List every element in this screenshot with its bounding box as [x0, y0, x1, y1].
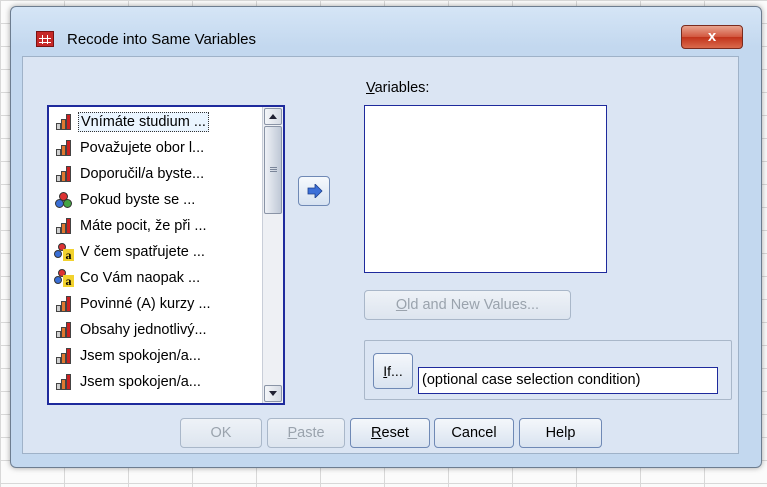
cancel-button[interactable]: Cancel: [434, 418, 514, 448]
list-item[interactable]: Vnímáte studium ...: [53, 111, 257, 133]
ordinal-bar-icon: [53, 295, 75, 313]
ordinal-bar-icon: [53, 321, 75, 339]
list-item-label: Jsem spokojen/a...: [80, 348, 201, 364]
list-item[interactable]: Obsahy jednotlivý...: [53, 319, 257, 341]
dialog-title: Recode into Same Variables: [67, 31, 256, 48]
list-item[interactable]: Doporučil/a byste...: [53, 163, 257, 185]
scroll-up-arrow-icon[interactable]: [264, 108, 282, 125]
list-item-label: Doporučil/a byste...: [80, 166, 205, 182]
paste-button[interactable]: Paste: [267, 418, 345, 448]
title-bar: Recode into Same Variables x: [11, 7, 761, 53]
target-variables-list[interactable]: [364, 105, 607, 273]
list-item-label: Považujete obor l...: [80, 140, 205, 156]
source-variable-list[interactable]: Vnímáte studium ... Považujete obor l...…: [47, 105, 285, 405]
if-condition-field: (optional case selection condition): [418, 367, 718, 394]
ordinal-bar-icon: [53, 139, 75, 157]
spss-data-grid-icon: [36, 31, 54, 47]
list-item[interactable]: Povinné (A) kurzy ...: [53, 293, 257, 315]
ordinal-bar-icon: [53, 373, 75, 391]
list-item-label: Vnímáte studium ...: [78, 112, 209, 132]
string-nominal-icon: a: [53, 243, 75, 261]
list-item[interactable]: Máte pocit, že při ...: [53, 215, 257, 237]
list-item-label: Pokud byste se ...: [80, 192, 196, 208]
list-item[interactable]: Jsem spokojen/a...: [53, 345, 257, 367]
ordinal-bar-icon: [53, 347, 75, 365]
if-button[interactable]: If...: [373, 353, 413, 389]
nominal-circles-icon: [53, 191, 75, 209]
reset-button[interactable]: Reset: [350, 418, 430, 448]
ok-button[interactable]: OK: [180, 418, 262, 448]
list-item[interactable]: Považujete obor l...: [53, 137, 257, 159]
move-to-variables-button[interactable]: [298, 176, 330, 206]
list-item-label: Co Vám naopak ...: [80, 270, 201, 286]
list-item-label: Povinné (A) kurzy ...: [80, 296, 211, 312]
list-item-label: Máte pocit, že při ...: [80, 218, 207, 234]
string-nominal-icon: a: [53, 269, 75, 287]
list-item[interactable]: a V čem spatřujete ...: [53, 241, 257, 263]
list-item[interactable]: a Co Vám naopak ...: [53, 267, 257, 289]
variables-label: Variables:: [366, 80, 430, 96]
list-item[interactable]: Pokud byste se ...: [53, 189, 257, 211]
close-button[interactable]: x: [681, 25, 743, 49]
scroll-down-arrow-icon[interactable]: [264, 385, 282, 402]
right-arrow-icon: [307, 184, 323, 198]
list-item[interactable]: Jsem spokojen/a...: [53, 371, 257, 393]
list-item-label: Obsahy jednotlivý...: [80, 322, 207, 338]
ordinal-bar-icon: [53, 217, 75, 235]
ordinal-bar-icon: [53, 165, 75, 183]
ordinal-bar-icon: [53, 113, 75, 131]
scroll-thumb[interactable]: [264, 126, 282, 214]
source-list-scrollbar[interactable]: [262, 107, 283, 403]
list-item-label: V čem spatřujete ...: [80, 244, 205, 260]
help-button[interactable]: Help: [519, 418, 602, 448]
old-and-new-values-button[interactable]: Old and New Values...: [364, 290, 571, 320]
list-item-label: Jsem spokojen/a...: [80, 374, 201, 390]
